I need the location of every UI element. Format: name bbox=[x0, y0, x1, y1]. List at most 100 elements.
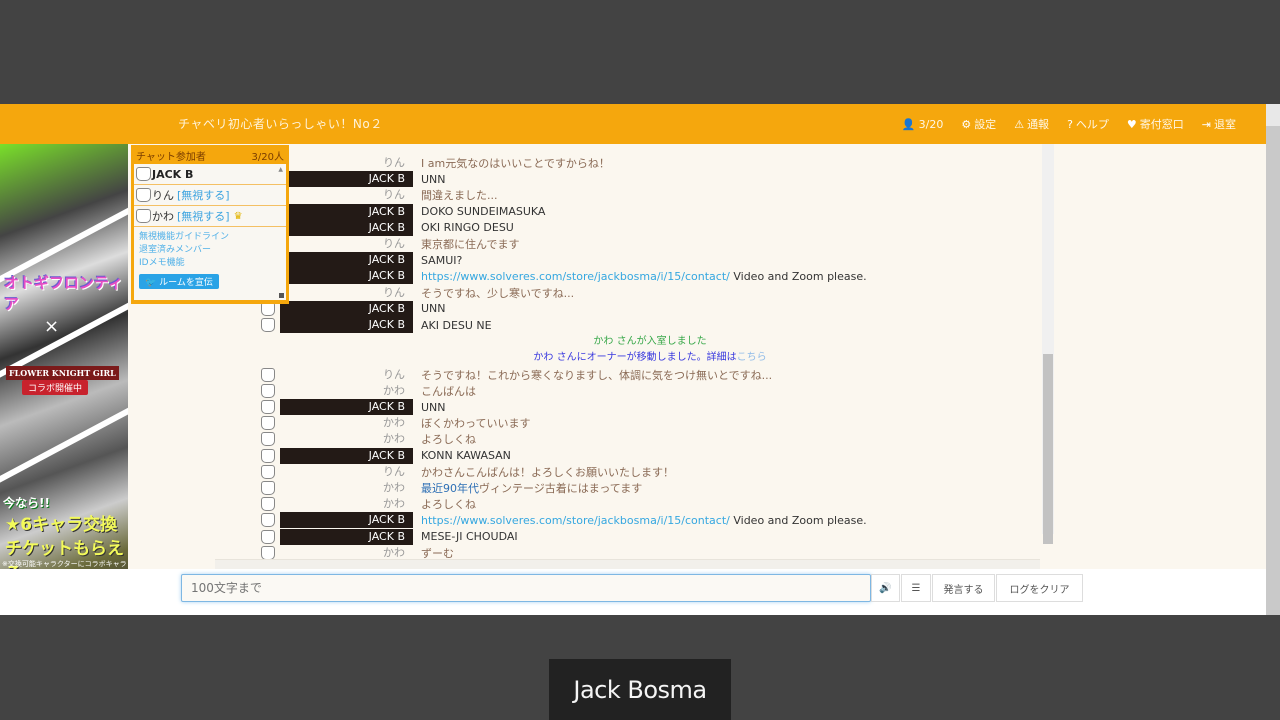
member-item[interactable]: りん [無視する] bbox=[134, 185, 286, 206]
details-link[interactable]: こちら bbox=[737, 352, 767, 363]
message-text: OKI RINGO DESU bbox=[413, 221, 514, 234]
heart-icon: ♥ bbox=[1126, 117, 1137, 131]
avatar bbox=[261, 529, 275, 544]
nav-report[interactable]: ⚠ 通報 bbox=[1014, 116, 1049, 132]
message-author[interactable]: かわ bbox=[280, 480, 413, 496]
message-author[interactable]: JACK B bbox=[280, 252, 413, 269]
nav-label: 3/20 bbox=[918, 117, 944, 131]
message-text: そうですね！これから寒くなりますし、体調に気をつけ無いとですね... bbox=[413, 367, 772, 383]
message-author[interactable]: りん bbox=[280, 367, 413, 383]
members-panel: チャット参加者 3/20人 ▲ JACK B りん [無視する] かわ [無視す… bbox=[131, 145, 289, 304]
message-author[interactable]: JACK B bbox=[280, 317, 413, 333]
ignore-guideline-link[interactable]: 無視機能ガイドライン bbox=[134, 231, 286, 244]
user-icon: 👤 bbox=[901, 117, 916, 131]
message-author[interactable]: JACK B bbox=[280, 512, 413, 529]
chat-message: JACK B UNN bbox=[260, 300, 1040, 317]
left-members-link[interactable]: 退室済みメンバー bbox=[134, 244, 286, 257]
message-text: KONN KAWASAN bbox=[413, 449, 511, 462]
message-author[interactable]: りん bbox=[280, 187, 413, 203]
message-author[interactable]: JACK B bbox=[280, 268, 413, 285]
nav-leave[interactable]: ⇥ 退室 bbox=[1202, 116, 1236, 132]
message-text: こんばんは bbox=[413, 383, 476, 399]
scroll-up-arrow-icon[interactable]: ▲ bbox=[278, 166, 283, 173]
message-body: ずーむ bbox=[421, 546, 454, 560]
message-text: よろしくね bbox=[413, 496, 476, 512]
message-body: AKI DESU NE bbox=[421, 318, 492, 332]
sound-toggle-button[interactable]: 🔊 bbox=[871, 574, 900, 602]
chat-message: かわ ぼくかわっていいます bbox=[260, 415, 1040, 431]
resize-grip-icon[interactable] bbox=[279, 293, 284, 298]
message-author[interactable]: りん bbox=[280, 285, 413, 301]
list-view-button[interactable]: ☰ bbox=[901, 574, 931, 602]
message-author[interactable]: JACK B bbox=[280, 300, 413, 317]
message-text: https://www.solveres.com/store/jackbosma… bbox=[413, 514, 867, 527]
message-author[interactable]: かわ bbox=[280, 383, 413, 399]
message-author[interactable]: JACK B bbox=[280, 447, 413, 464]
message-author[interactable]: JACK B bbox=[280, 528, 413, 545]
message-author[interactable]: かわ bbox=[280, 431, 413, 447]
message-input[interactable] bbox=[181, 574, 871, 602]
ignore-link[interactable]: [無視する] bbox=[177, 208, 230, 224]
message-author[interactable]: りん bbox=[280, 236, 413, 252]
message-author[interactable]: りん bbox=[280, 155, 413, 171]
tweet-label: ルームを宣伝 bbox=[159, 278, 213, 288]
chat-message: JACK B SAMUI? bbox=[260, 252, 1040, 269]
speak-button[interactable]: 発言する bbox=[932, 574, 995, 602]
message-text: https://www.solveres.com/store/jackbosma… bbox=[413, 270, 867, 283]
message-text: MESE-JI CHOUDAI bbox=[413, 530, 518, 543]
tweet-room-button[interactable]: 🐦 ルームを宣伝 bbox=[139, 274, 219, 289]
nav-help[interactable]: ? ヘルプ bbox=[1067, 116, 1109, 132]
message-author[interactable]: かわ bbox=[280, 496, 413, 512]
chat-room-page: チャベリ初心者いらっしゃい！No２ 👤 3/20 ⚙ 設定 ⚠ 通報 ? ヘルプ ♥ 寄付… bbox=[0, 104, 1266, 615]
message-body: Video and Zoom please. bbox=[729, 513, 867, 527]
message-author[interactable]: JACK B bbox=[280, 219, 413, 236]
nav-donate[interactable]: ♥ 寄付窓口 bbox=[1127, 116, 1184, 132]
members-count: 3/20人 bbox=[251, 151, 284, 163]
message-author[interactable]: かわ bbox=[280, 415, 413, 431]
system-message: かわ さんが入室しました bbox=[260, 334, 1040, 350]
message-text: UNN bbox=[413, 401, 446, 414]
message-body: UNN bbox=[421, 400, 446, 414]
message-author[interactable]: JACK B bbox=[280, 171, 413, 188]
chat-message: りん 東京都に住んでます bbox=[260, 236, 1040, 252]
message-link[interactable]: https://www.solveres.com/store/jackbosma… bbox=[421, 514, 730, 527]
clear-log-button[interactable]: ログをクリア bbox=[996, 574, 1083, 602]
scrollbar-thumb[interactable] bbox=[1043, 354, 1053, 544]
message-text: AKI DESU NE bbox=[413, 319, 492, 332]
avatar bbox=[261, 481, 275, 495]
chat-message: JACK B KONN KAWASAN bbox=[260, 447, 1040, 464]
input-bar: 🔊 ☰ 発言する ログをクリア bbox=[0, 569, 1266, 615]
member-item[interactable]: JACK B bbox=[134, 164, 286, 185]
message-author[interactable]: りん bbox=[280, 464, 413, 480]
chat-message: かわ 最近90年代ヴィンテージ古着にはまってます bbox=[260, 480, 1040, 496]
message-text: 最近90年代ヴィンテージ古着にはまってます bbox=[413, 480, 642, 496]
nav-settings[interactable]: ⚙ 設定 bbox=[961, 116, 996, 132]
nav-label: 設定 bbox=[974, 118, 997, 131]
chat-message: かわ よろしくね bbox=[260, 431, 1040, 447]
message-body: そうですね、少し寒いですね... bbox=[421, 286, 575, 300]
avatar bbox=[261, 367, 275, 382]
member-name: JACK B bbox=[152, 167, 194, 181]
message-author[interactable]: JACK B bbox=[280, 399, 413, 415]
nav-label: 退室 bbox=[1214, 118, 1236, 131]
id-memo-link[interactable]: IDメモ機能 bbox=[134, 257, 286, 270]
message-body: そうですね！これから寒くなりますし、体調に気をつけ無いとですね... bbox=[421, 368, 773, 382]
chat-horizontal-scrollbar[interactable] bbox=[215, 559, 1040, 569]
message-text: SAMUI? bbox=[413, 254, 462, 267]
chat-message: JACK B UNN bbox=[260, 171, 1040, 188]
chat-message: りん そうですね！これから寒くなりますし、体調に気をつけ無いとですね... bbox=[260, 367, 1040, 383]
members-title: チャット参加者 bbox=[136, 151, 206, 163]
chat-vertical-scrollbar[interactable] bbox=[1042, 144, 1054, 544]
page-scrollbar[interactable] bbox=[1266, 104, 1280, 615]
message-body: 間違えました... bbox=[421, 189, 498, 203]
message-body: Video and Zoom please. bbox=[729, 269, 867, 283]
nav-member-count[interactable]: 👤 3/20 bbox=[902, 116, 943, 132]
avatar bbox=[261, 513, 275, 528]
message-author[interactable]: JACK B bbox=[280, 203, 413, 220]
message-body: よろしくね bbox=[421, 433, 476, 447]
message-link[interactable]: https://www.solveres.com/store/jackbosma… bbox=[421, 270, 730, 283]
member-item[interactable]: かわ [無視する] ♛ bbox=[134, 206, 286, 227]
chat-message: りん 間違えました... bbox=[260, 187, 1040, 203]
ignore-link[interactable]: [無視する] bbox=[177, 187, 230, 203]
member-name: かわ bbox=[152, 210, 174, 223]
